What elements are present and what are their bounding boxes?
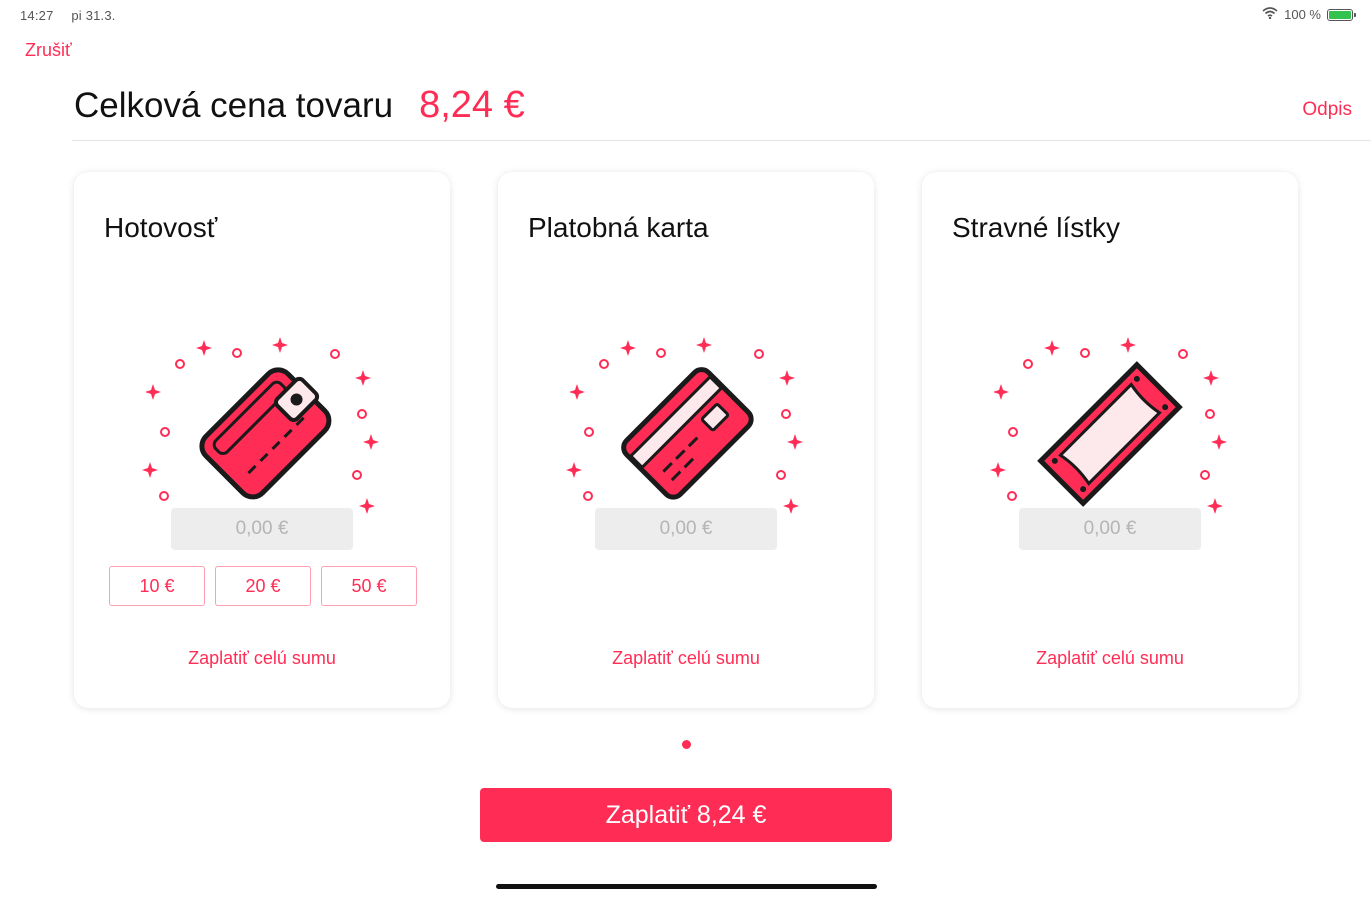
header-divider bbox=[72, 140, 1371, 141]
battery-percent: 100 % bbox=[1284, 7, 1321, 22]
page-header: Celková cena tovaru 8,24 € bbox=[74, 84, 525, 127]
page-indicator-dot bbox=[682, 740, 691, 749]
card-amount-input[interactable] bbox=[595, 508, 777, 550]
payment-card-cash: Hotovosť 0,00 € 10 € 20 € 50 € Zaplatiť … bbox=[74, 172, 450, 708]
home-indicator bbox=[496, 884, 877, 889]
pay-button[interactable]: Zaplatiť 8,24 € bbox=[480, 788, 892, 842]
status-date: pi 31.3. bbox=[71, 8, 116, 23]
payment-card-meal-voucher: Stravné lístky 0,00 € Zaplatiť celú sumu bbox=[922, 172, 1298, 708]
quick-amounts: 10 € 20 € 50 € bbox=[109, 566, 417, 606]
battery-icon bbox=[1327, 8, 1356, 21]
quick-amount-20-button[interactable]: 20 € bbox=[215, 566, 311, 606]
wallet-icon bbox=[132, 322, 392, 522]
page-title: Celková cena tovaru bbox=[74, 86, 394, 125]
card-title: Stravné lístky bbox=[952, 212, 1121, 243]
cancel-button[interactable]: Zrušiť bbox=[25, 40, 72, 61]
quick-amount-50-button[interactable]: 50 € bbox=[321, 566, 417, 606]
payment-card-credit: Platobná karta 0,00 € Zaplatiť celú sumu bbox=[498, 172, 874, 708]
pay-full-cash-button[interactable]: Zaplatiť celú sumu bbox=[74, 648, 450, 669]
pay-full-voucher-button[interactable]: Zaplatiť celú sumu bbox=[922, 648, 1298, 669]
writeoff-button[interactable]: Odpis bbox=[1302, 99, 1352, 121]
meal-voucher-icon bbox=[980, 322, 1240, 522]
status-bar: 14:27 pi 31.3. 100 % bbox=[0, 0, 1371, 30]
card-title: Platobná karta bbox=[528, 212, 709, 243]
voucher-amount-input[interactable] bbox=[1019, 508, 1201, 550]
pay-full-card-button[interactable]: Zaplatiť celú sumu bbox=[498, 648, 874, 669]
total-price: 8,24 € bbox=[419, 84, 525, 126]
card-title: Hotovosť bbox=[104, 212, 218, 243]
quick-amount-10-button[interactable]: 10 € bbox=[109, 566, 205, 606]
credit-card-icon bbox=[556, 322, 816, 522]
cash-amount-input[interactable] bbox=[171, 508, 353, 550]
wifi-icon bbox=[1262, 7, 1278, 22]
status-time: 14:27 bbox=[20, 8, 54, 23]
